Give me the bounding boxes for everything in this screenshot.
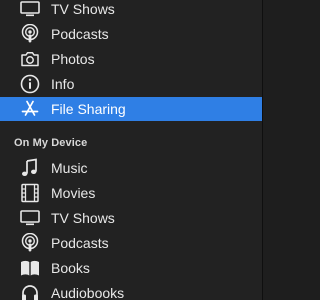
info-icon	[19, 73, 41, 95]
headphones-icon	[19, 282, 41, 300]
film-icon	[19, 182, 41, 204]
tv-icon	[19, 207, 41, 229]
music-note-icon	[19, 157, 41, 179]
sidebar-item-label: TV Shows	[51, 1, 115, 17]
podcast-icon	[19, 232, 41, 254]
sidebar-item-tv-shows-device[interactable]: TV Shows	[0, 206, 262, 230]
sidebar-item-books[interactable]: Books	[0, 256, 262, 280]
sidebar-item-label: File Sharing	[51, 101, 126, 117]
sidebar-item-photos[interactable]: Photos	[0, 47, 262, 71]
finder-device-window: TV Shows Podcasts Photos Info File Shari…	[0, 0, 300, 300]
book-icon	[19, 257, 41, 279]
sidebar-item-label: Info	[51, 76, 75, 92]
sidebar-item-podcasts-device[interactable]: Podcasts	[0, 231, 262, 255]
app-store-icon	[19, 98, 41, 120]
sidebar-item-podcasts[interactable]: Podcasts	[0, 22, 262, 46]
sidebar-item-music[interactable]: Music	[0, 156, 262, 180]
sidebar-item-file-sharing[interactable]: File Sharing	[0, 97, 262, 121]
podcast-icon	[19, 23, 41, 45]
sidebar-item-info[interactable]: Info	[0, 72, 262, 96]
sidebar: TV Shows Podcasts Photos Info File Shari…	[0, 0, 262, 300]
sidebar-item-movies[interactable]: Movies	[0, 181, 262, 205]
section-header-on-my-device: On My Device	[14, 137, 88, 149]
sidebar-item-label: Podcasts	[51, 235, 109, 251]
main-content-area	[263, 0, 300, 300]
sidebar-item-label: Audiobooks	[51, 285, 125, 300]
sidebar-item-label: Movies	[51, 185, 96, 201]
sidebar-item-label: Podcasts	[51, 26, 109, 42]
camera-icon	[19, 48, 41, 70]
sidebar-item-label: Books	[51, 260, 90, 276]
sidebar-item-tv-shows[interactable]: TV Shows	[0, 0, 262, 21]
sidebar-item-label: Photos	[51, 51, 95, 67]
sidebar-item-label: Music	[51, 160, 88, 176]
sidebar-item-label: TV Shows	[51, 210, 115, 226]
tv-icon	[19, 0, 41, 20]
sidebar-item-audiobooks[interactable]: Audiobooks	[0, 281, 262, 300]
